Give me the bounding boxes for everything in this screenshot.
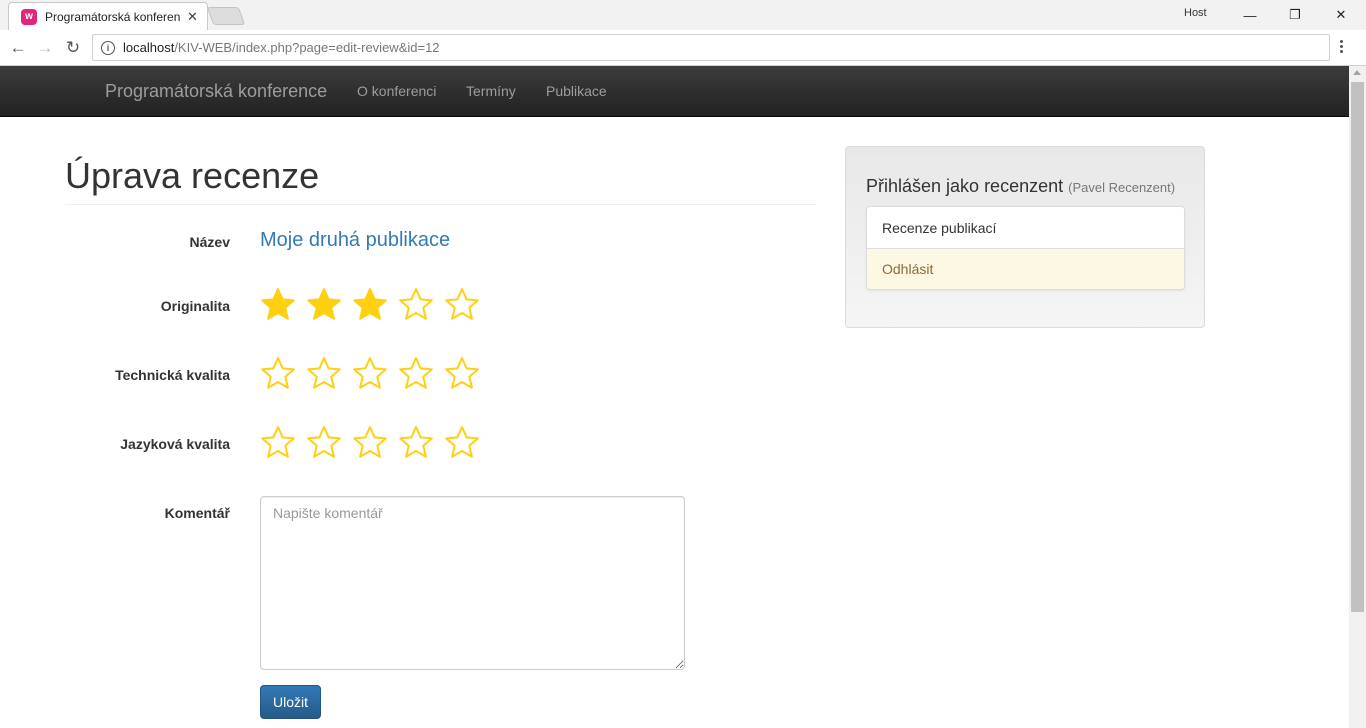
url-host: localhost — [123, 40, 175, 55]
star-icon[interactable] — [444, 287, 480, 321]
sidebar-title: Přihlášen jako recenzent (Pavel Recenzen… — [866, 176, 1175, 197]
star-icon[interactable] — [306, 425, 342, 459]
sidebar-well: Přihlášen jako recenzent (Pavel Recenzen… — [845, 146, 1205, 328]
browser-titlebar: w Programátorská konferen ✕ Host — ❐ ✕ — [0, 0, 1366, 30]
sidebar-item-logout[interactable]: Odhlásit — [867, 248, 1184, 289]
more-vertical-icon[interactable] — [1340, 40, 1343, 53]
comment-label: Komentář — [164, 505, 230, 521]
star-icon[interactable] — [398, 356, 434, 390]
minimize-icon[interactable]: — — [1236, 4, 1264, 26]
page-header: Úprava recenze — [65, 155, 816, 205]
url-path: /KIV-WEB/index.php?page=edit-review&id=1… — [174, 40, 440, 55]
nav-link-publikace[interactable]: Publikace — [546, 83, 607, 99]
star-icon[interactable] — [444, 425, 480, 459]
address-bar[interactable]: i localhost/KIV-WEB/index.php?page=edit-… — [92, 34, 1330, 61]
sidebar-role: Přihlášen jako recenzent — [866, 176, 1064, 196]
sidebar-item-reviews[interactable]: Recenze publikací — [867, 207, 1184, 248]
sidebar-menu: Recenze publikací Odhlásit — [866, 206, 1185, 290]
save-button[interactable]: Uložit — [260, 685, 321, 719]
comment-textarea[interactable] — [260, 496, 685, 670]
browser-toolbar: ← → ↻ i localhost/KIV-WEB/index.php?page… — [0, 30, 1366, 66]
rating-technical — [260, 356, 480, 390]
star-icon[interactable] — [352, 356, 388, 390]
profile-label[interactable]: Host — [1184, 7, 1207, 19]
favicon-icon: w — [21, 8, 37, 25]
publication-name[interactable]: Moje druhá publikace — [260, 229, 450, 252]
back-icon[interactable]: ← — [6, 36, 30, 60]
browser-tab[interactable]: w Programátorská konferen ✕ — [8, 2, 208, 30]
sidebar-user: (Pavel Recenzent) — [1068, 180, 1176, 195]
new-tab-button[interactable] — [206, 7, 246, 25]
star-icon[interactable] — [306, 287, 342, 321]
star-icon[interactable] — [398, 287, 434, 321]
rating-label-originality: Originalita — [160, 298, 230, 314]
reload-icon[interactable]: ↻ — [61, 36, 85, 60]
forward-icon[interactable]: → — [33, 36, 57, 60]
star-icon[interactable] — [260, 425, 296, 459]
star-icon[interactable] — [352, 425, 388, 459]
rating-language — [260, 425, 480, 459]
star-icon[interactable] — [260, 356, 296, 390]
page-title: Úprava recenze — [65, 155, 320, 196]
tab-title: Programátorská konferen — [45, 9, 181, 24]
site-navbar: Programátorská konference O konferenci T… — [0, 66, 1349, 117]
window-close-icon[interactable]: ✕ — [1327, 4, 1355, 26]
star-icon[interactable] — [398, 425, 434, 459]
rating-originality — [260, 287, 480, 321]
star-icon[interactable] — [444, 356, 480, 390]
scroll-up-icon[interactable] — [1353, 70, 1361, 75]
restore-icon[interactable]: ❐ — [1281, 4, 1309, 26]
scroll-thumb[interactable] — [1351, 82, 1364, 612]
info-icon[interactable]: i — [101, 40, 115, 55]
star-icon[interactable] — [306, 356, 342, 390]
page-scrollbar[interactable] — [1349, 66, 1366, 728]
rating-label-language: Jazyková kvalita — [120, 436, 230, 452]
star-icon[interactable] — [352, 287, 388, 321]
nav-link-terminy[interactable]: Termíny — [466, 83, 516, 99]
name-label: Název — [189, 234, 230, 250]
nav-link-o-konferenci[interactable]: O konferenci — [357, 83, 436, 99]
navbar-brand[interactable]: Programátorská konference — [105, 81, 327, 102]
rating-label-technical: Technická kvalita — [115, 367, 230, 383]
star-icon[interactable] — [260, 287, 296, 321]
close-tab-icon[interactable]: ✕ — [187, 9, 198, 25]
